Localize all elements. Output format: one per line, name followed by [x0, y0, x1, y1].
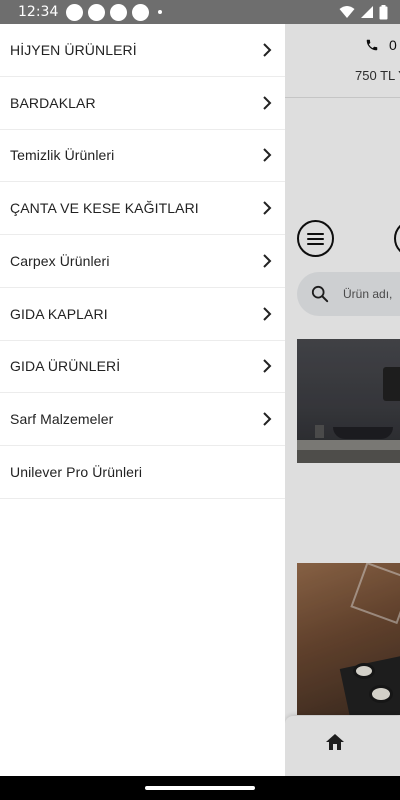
- drawer-item-label: GIDA KAPLARI: [10, 305, 108, 322]
- chevron-right-icon: [259, 358, 275, 374]
- drawer-item-hijyen[interactable]: HİJYEN ÜRÜNLERİ: [0, 24, 285, 77]
- notification-icon-2: [88, 3, 106, 21]
- drawer-item-label: Sarf Malzemeler: [10, 411, 114, 428]
- drawer-item-bardaklar[interactable]: BARDAKLAR: [0, 77, 285, 130]
- drawer-item-label: Unilever Pro Ürünleri: [10, 463, 143, 480]
- drawer-item-label: ÇANTA VE KESE KAĞITLARI: [10, 200, 199, 217]
- system-navigation-bar: [0, 776, 400, 800]
- status-bar: 12:34: [0, 0, 400, 24]
- drawer-item-label: HİJYEN ÜRÜNLERİ: [10, 41, 137, 58]
- drawer-item-carpex[interactable]: Carpex Ürünleri: [0, 235, 285, 288]
- notification-icon-3: [110, 3, 128, 21]
- drawer-item-label: Carpex Ürünleri: [10, 252, 110, 269]
- chevron-right-icon: [259, 306, 275, 322]
- notification-icon-4: [132, 3, 150, 21]
- drawer-item-label: BARDAKLAR: [10, 94, 96, 111]
- drawer-item-temizlik[interactable]: Temizlik Ürünleri: [0, 130, 285, 183]
- chevron-right-icon: [259, 95, 275, 111]
- navigation-drawer: HİJYEN ÜRÜNLERİ BARDAKLAR Temizlik Ürünl…: [0, 24, 285, 776]
- chevron-right-icon: [259, 200, 275, 216]
- drawer-item-sarf[interactable]: Sarf Malzemeler: [0, 393, 285, 446]
- drawer-item-unilever[interactable]: Unilever Pro Ürünleri: [0, 446, 285, 499]
- chevron-right-icon: [259, 147, 275, 163]
- drawer-item-gida-urunleri[interactable]: GIDA ÜRÜNLERİ: [0, 341, 285, 394]
- wifi-icon: [339, 6, 355, 18]
- drawer-item-gida-kaplari[interactable]: GIDA KAPLARI: [0, 288, 285, 341]
- more-notifications-icon: [158, 10, 163, 14]
- drawer-item-label: GIDA ÜRÜNLERİ: [10, 358, 121, 375]
- notification-icon-1: [66, 3, 84, 21]
- gesture-handle[interactable]: [145, 786, 255, 790]
- status-time: 12:34: [18, 4, 59, 20]
- chevron-right-icon: [259, 42, 275, 58]
- chevron-right-icon: [259, 411, 275, 427]
- signal-icon: [361, 6, 373, 18]
- drawer-item-label: Temizlik Ürünleri: [10, 147, 115, 164]
- status-icons: [339, 4, 388, 20]
- battery-icon: [379, 4, 388, 19]
- drawer-item-canta[interactable]: ÇANTA VE KESE KAĞITLARI: [0, 182, 285, 235]
- chevron-right-icon: [259, 253, 275, 269]
